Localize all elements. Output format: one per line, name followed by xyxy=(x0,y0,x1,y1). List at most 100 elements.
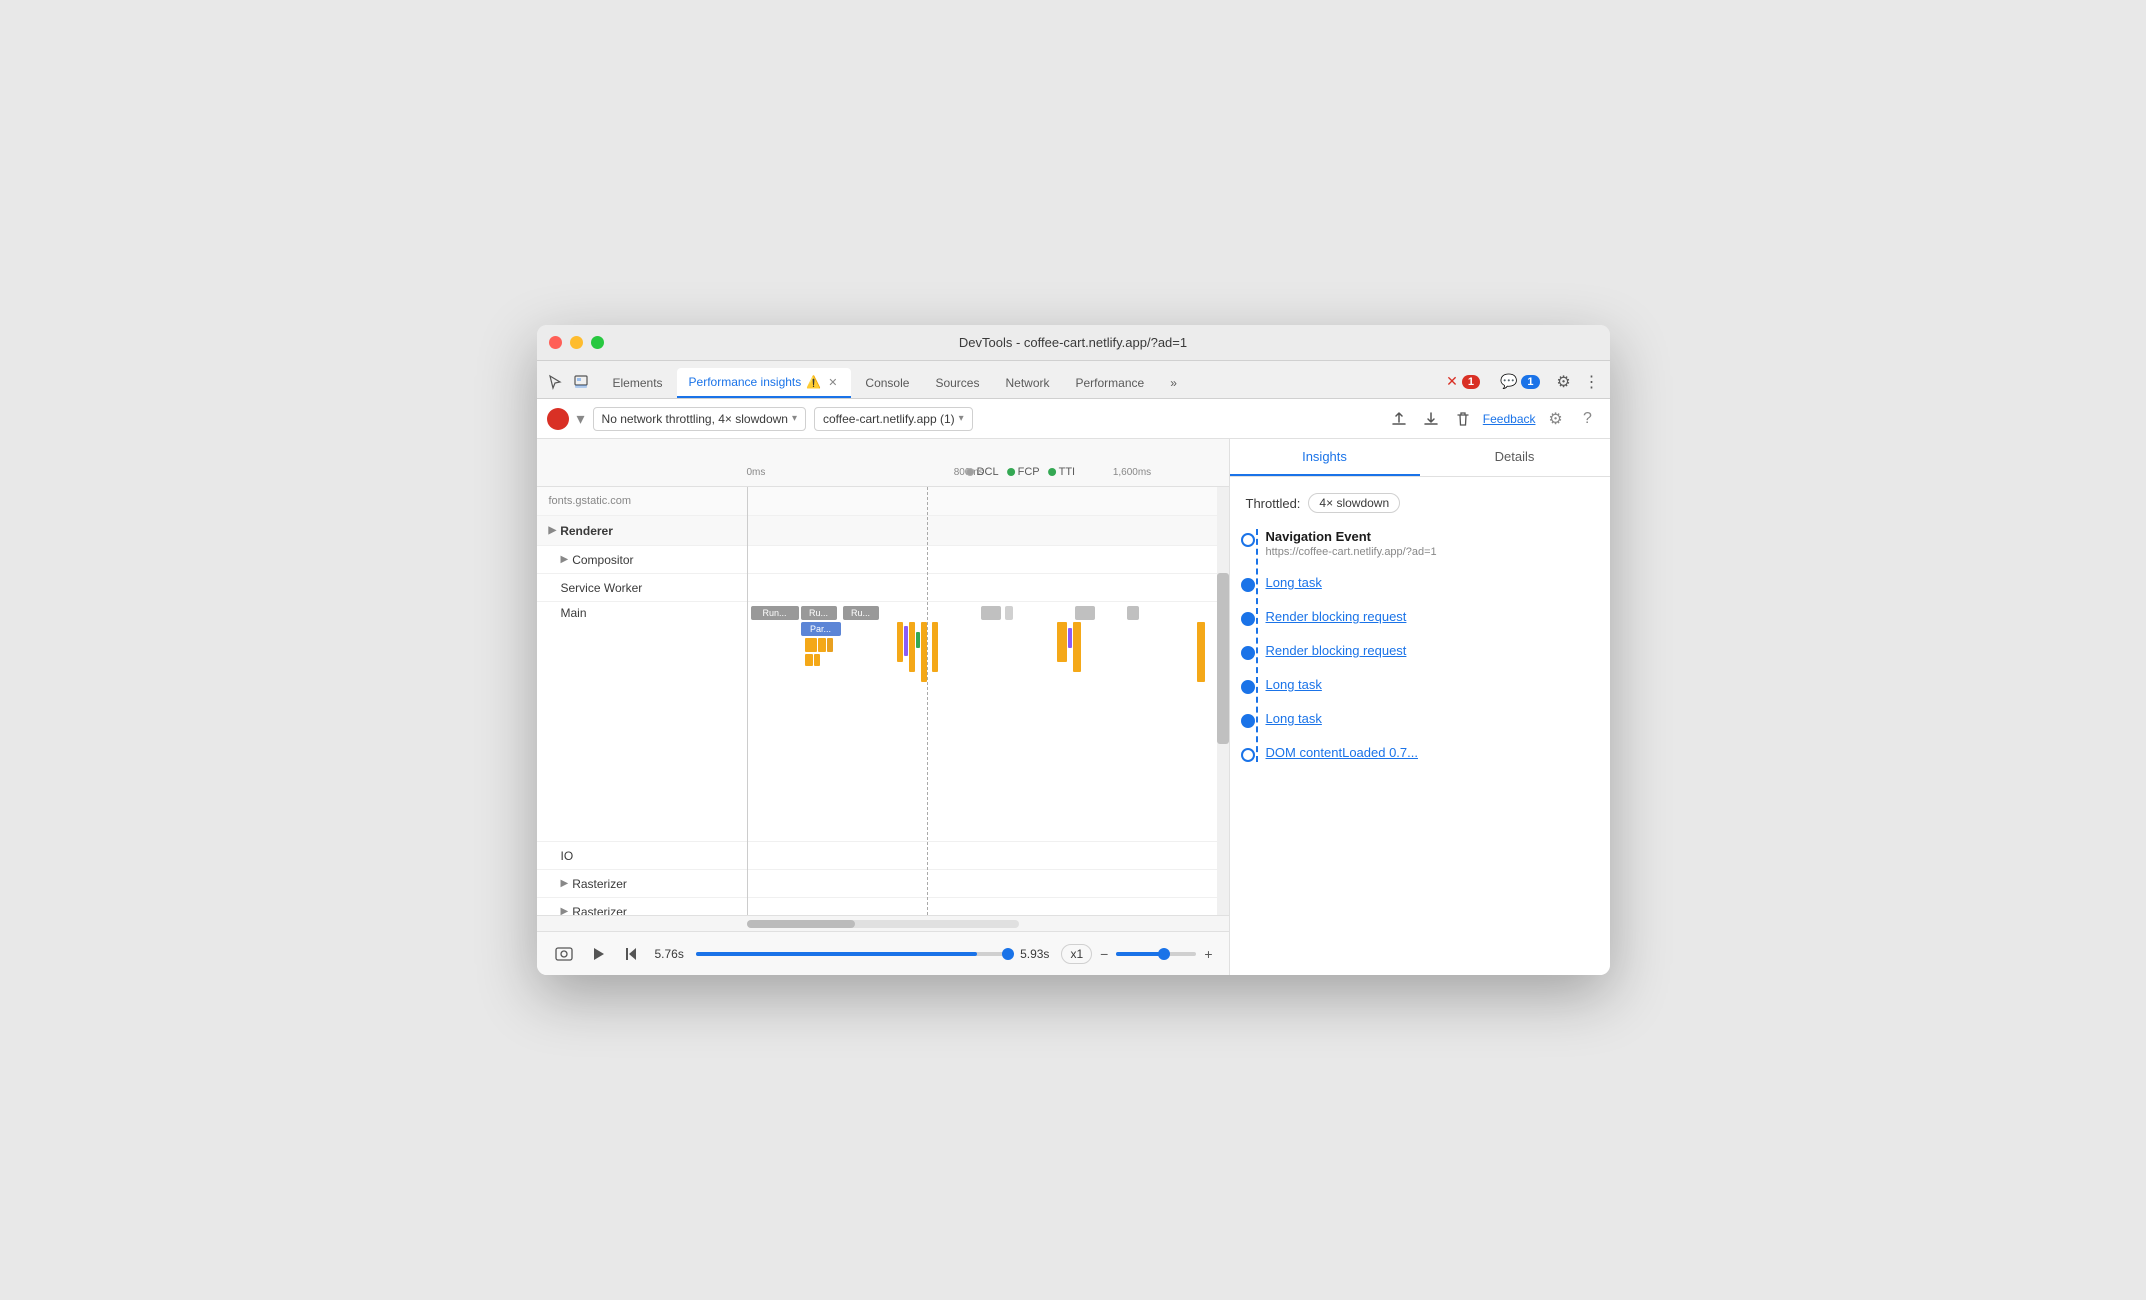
zoom-slider[interactable] xyxy=(1116,952,1196,956)
gray-block-4 xyxy=(1127,606,1139,620)
more-options-icon[interactable]: ⋮ xyxy=(1582,372,1602,392)
timeline-scrollbar-thumb[interactable] xyxy=(1217,573,1229,744)
skip-back-icon[interactable] xyxy=(621,943,643,965)
time-slider[interactable] xyxy=(696,952,1008,956)
screenshot-icon[interactable] xyxy=(553,943,575,965)
par-bar[interactable]: Par... xyxy=(801,622,841,636)
domain-row-content xyxy=(747,487,1229,515)
message-badge-btn[interactable]: 💬 1 xyxy=(1494,371,1546,392)
run-bar-3[interactable]: Ru... xyxy=(843,606,879,620)
tab-performance[interactable]: Performance xyxy=(1064,368,1157,398)
tab-more[interactable]: » xyxy=(1158,368,1189,398)
tab-close-icon[interactable]: ✕ xyxy=(826,375,839,390)
upload-icon[interactable] xyxy=(1387,407,1411,431)
render-blocking-1-link[interactable]: Render blocking request xyxy=(1266,609,1407,624)
rasterizer-1-expand-icon[interactable]: ▶ xyxy=(561,878,569,889)
scrollbar-thumb[interactable] xyxy=(747,920,856,928)
tab-performance-insights[interactable]: Performance insights ⚠️ ✕ xyxy=(677,368,852,398)
rasterizer-2-label: ▶ Rasterizer xyxy=(537,901,747,916)
timeline-body[interactable]: fonts.gstatic.com ▶ Renderer xyxy=(537,487,1229,915)
gray-block-1 xyxy=(981,606,1001,620)
ruler-1600ms: 1,600ms xyxy=(1113,467,1151,478)
timeline-scrollbar-vertical[interactable] xyxy=(1217,487,1229,915)
navigation-event-item: Navigation Event https://coffee-cart.net… xyxy=(1266,529,1594,558)
long-task-3-link[interactable]: Long task xyxy=(1266,711,1322,726)
record-button[interactable] xyxy=(547,408,569,430)
timeline-scrollbar-horizontal[interactable] xyxy=(537,915,1229,931)
renderer-label: ▶ Renderer xyxy=(537,520,747,542)
long-task-2-link[interactable]: Long task xyxy=(1266,677,1322,692)
service-worker-row-content xyxy=(747,574,1229,602)
throttling-dropdown[interactable]: No network throttling, 4× slowdown ▾ xyxy=(593,407,806,431)
download-icon[interactable] xyxy=(1419,407,1443,431)
flame-yellow-2 xyxy=(818,638,826,652)
far-right-flame xyxy=(1197,622,1205,682)
rasterizer-row-1: ▶ Rasterizer xyxy=(537,870,1229,898)
title-bar: DevTools - coffee-cart.netlify.app/?ad=1 xyxy=(537,325,1610,361)
mid-flame-green xyxy=(916,632,920,648)
feedback-link[interactable]: Feedback xyxy=(1483,412,1536,426)
window-title: DevTools - coffee-cart.netlify.app/?ad=1 xyxy=(959,335,1187,350)
error-badge-btn[interactable]: ✕ 1 xyxy=(1440,371,1486,392)
main-content: 0ms 800ms 1,600ms DCL FCP xyxy=(537,439,1610,975)
dom-content-loaded-link[interactable]: DOM contentLoaded 0.7... xyxy=(1266,745,1418,760)
compositor-expand-icon[interactable]: ▶ xyxy=(561,554,569,565)
rasterizer-2-expand-icon[interactable]: ▶ xyxy=(561,906,569,915)
dom-content-loaded-item: DOM contentLoaded 0.7... xyxy=(1266,744,1594,762)
time-slider-thumb[interactable] xyxy=(1002,948,1014,960)
mid-flame-purple xyxy=(904,626,908,656)
tti-dot xyxy=(1048,468,1056,476)
minimize-button[interactable] xyxy=(570,336,583,349)
traffic-lights xyxy=(549,336,604,349)
settings-icon[interactable]: ⚙ xyxy=(1544,407,1568,431)
throttling-dropdown-arrow: ▾ xyxy=(792,413,797,424)
long-task-1-link[interactable]: Long task xyxy=(1266,575,1322,590)
tab-elements[interactable]: Elements xyxy=(601,368,675,398)
tab-sources[interactable]: Sources xyxy=(923,368,991,398)
flame-yellow-1 xyxy=(805,638,817,652)
render-blocking-2-link[interactable]: Render blocking request xyxy=(1266,643,1407,658)
service-worker-label: Service Worker xyxy=(537,577,747,599)
main-row: Main Run... Ru... Ru... xyxy=(537,602,1229,842)
help-icon[interactable]: ? xyxy=(1576,407,1600,431)
zoom-slider-thumb[interactable] xyxy=(1158,948,1170,960)
maximize-button[interactable] xyxy=(591,336,604,349)
zoom-in-icon[interactable]: + xyxy=(1204,946,1212,962)
toolbar: ▾ No network throttling, 4× slowdown ▾ c… xyxy=(537,399,1610,439)
io-row: IO xyxy=(537,842,1229,870)
error-count: 1 xyxy=(1462,375,1480,389)
tab-console[interactable]: Console xyxy=(853,368,921,398)
throttled-value[interactable]: 4× slowdown xyxy=(1308,493,1400,513)
close-button[interactable] xyxy=(549,336,562,349)
zoom-controls: x1 − + xyxy=(1061,944,1212,964)
rasterizer-2-row-content xyxy=(747,898,1229,916)
flame-l3-1 xyxy=(805,654,813,666)
settings-gear-icon[interactable]: ⚙ xyxy=(1554,372,1574,392)
delete-icon[interactable] xyxy=(1451,407,1475,431)
zoom-out-icon[interactable]: − xyxy=(1100,946,1108,962)
long-task-3-item: Long task xyxy=(1266,710,1594,728)
renderer-expand-icon[interactable]: ▶ xyxy=(549,525,557,536)
element-picker-icon[interactable] xyxy=(571,372,591,392)
run-bar-1[interactable]: Run... xyxy=(751,606,799,620)
cursor-icon[interactable] xyxy=(545,372,565,392)
scrollbar-track[interactable] xyxy=(747,920,1019,928)
tab-insights[interactable]: Insights xyxy=(1230,439,1420,476)
run-bar-2[interactable]: Ru... xyxy=(801,606,837,620)
tab-network[interactable]: Network xyxy=(993,368,1061,398)
insights-timeline-events: Navigation Event https://coffee-cart.net… xyxy=(1246,529,1594,762)
navigation-event-title: Navigation Event xyxy=(1266,529,1594,544)
right-flame-2 xyxy=(1073,622,1081,672)
target-dropdown[interactable]: coffee-cart.netlify.app (1) ▾ xyxy=(814,407,973,431)
render-blocking-1-dot xyxy=(1241,612,1255,626)
target-dropdown-arrow: ▾ xyxy=(959,413,964,424)
record-dropdown-icon[interactable]: ▾ xyxy=(577,409,585,429)
dom-content-loaded-dot xyxy=(1241,748,1255,762)
mid-flame-1 xyxy=(897,622,903,662)
time-slider-filled xyxy=(696,952,977,956)
play-icon[interactable] xyxy=(587,943,609,965)
domain-row: fonts.gstatic.com xyxy=(537,487,1229,516)
zoom-level[interactable]: x1 xyxy=(1061,944,1092,964)
insights-content: Throttled: 4× slowdown Navigation Event … xyxy=(1230,477,1610,975)
tab-details[interactable]: Details xyxy=(1420,439,1610,476)
